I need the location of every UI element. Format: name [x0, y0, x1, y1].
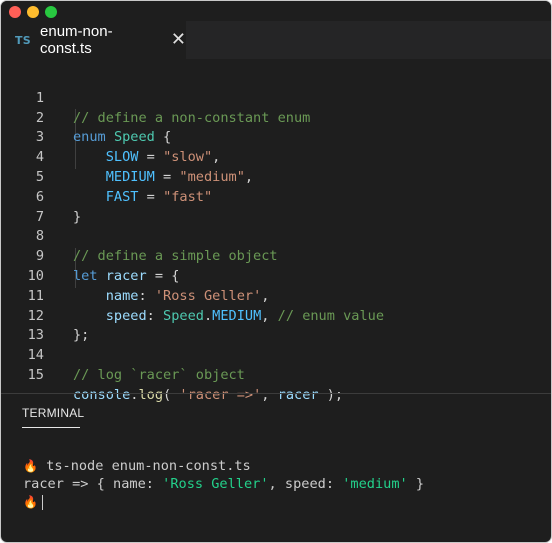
code-string: 'racer =>' — [179, 386, 262, 403]
code-line: 13 — [1, 307, 551, 343]
code-line: 6 } — [1, 168, 551, 225]
code-punctuation: ( — [163, 386, 180, 403]
code-line: 14 // log `racer` object — [1, 326, 551, 383]
panel-divider — [1, 393, 551, 394]
terminal-output-string: 'Ross Geller' — [162, 476, 269, 492]
terminal-output-text: , speed: — [268, 476, 343, 492]
flame-prompt-icon: 🔥 — [23, 459, 38, 473]
terminal-command: ts-node enum-non-const.ts — [37, 458, 251, 474]
code-line: 11 speed: Speed.MEDIUM, // enum value — [1, 267, 551, 324]
maximize-window-button[interactable] — [45, 6, 57, 18]
code-line: 12 }; — [1, 287, 551, 344]
flame-prompt-icon: 🔥 — [23, 495, 38, 509]
active-tab-indicator — [22, 427, 80, 428]
code-comment: // log `racer` object — [73, 366, 245, 383]
code-line: 5 FAST = "fast" — [1, 148, 551, 205]
terminal-output-text: racer => { name: — [23, 476, 163, 492]
code-line: 9 let racer = { — [1, 227, 551, 284]
code-function: log — [138, 386, 164, 403]
code-variable: racer — [277, 386, 319, 403]
code-punctuation: , — [261, 386, 278, 403]
code-variable: console — [73, 386, 131, 403]
code-line: 1 // define a non-constant enum — [1, 69, 551, 126]
code-line: 3 SLOW = "slow", — [1, 109, 551, 165]
code-line: 15 console.log( 'racer =>', racer ); — [1, 346, 551, 403]
line-number: 15 — [27, 366, 44, 383]
terminal-cursor — [41, 494, 43, 510]
terminal-line: 🔥 — [23, 493, 424, 511]
tab-terminal[interactable]: TERMINAL — [22, 406, 84, 420]
code-line: 2 enum Speed { — [1, 89, 551, 146]
tab-enum-non-const[interactable]: TS enum-non-const.ts ✕ — [1, 21, 186, 59]
close-window-button[interactable] — [9, 6, 21, 18]
minimize-window-button[interactable] — [27, 6, 39, 18]
code-line: 8 // define a simple object — [1, 208, 551, 264]
title-bar — [1, 1, 551, 21]
code-editor[interactable]: 1 // define a non-constant enum 2 enum S… — [1, 69, 551, 403]
terminal-output-string: 'medium' — [342, 476, 408, 492]
typescript-file-icon: TS — [15, 33, 32, 47]
editor-window: TS enum-non-const.ts ✕ 1 // define a non… — [1, 1, 551, 542]
terminal-output-text: } — [407, 476, 425, 492]
code-punctuation: ); — [318, 386, 344, 403]
close-tab-icon[interactable]: ✕ — [171, 31, 186, 49]
tab-bar: TS enum-non-const.ts ✕ — [1, 21, 551, 59]
code-line: 4 MEDIUM = "medium", — [1, 128, 551, 185]
tab-filename: enum-non-const.ts — [40, 23, 113, 57]
terminal-line: racer => { name: 'Ross Geller', speed: '… — [23, 475, 424, 493]
terminal-line: 🔥 ts-node enum-non-const.ts — [23, 457, 424, 475]
terminal-output[interactable]: 🔥 ts-node enum-non-const.ts racer => { n… — [23, 457, 424, 511]
code-line: 7 — [1, 188, 551, 225]
code-line: 10 name: 'Ross Geller', — [1, 247, 551, 304]
